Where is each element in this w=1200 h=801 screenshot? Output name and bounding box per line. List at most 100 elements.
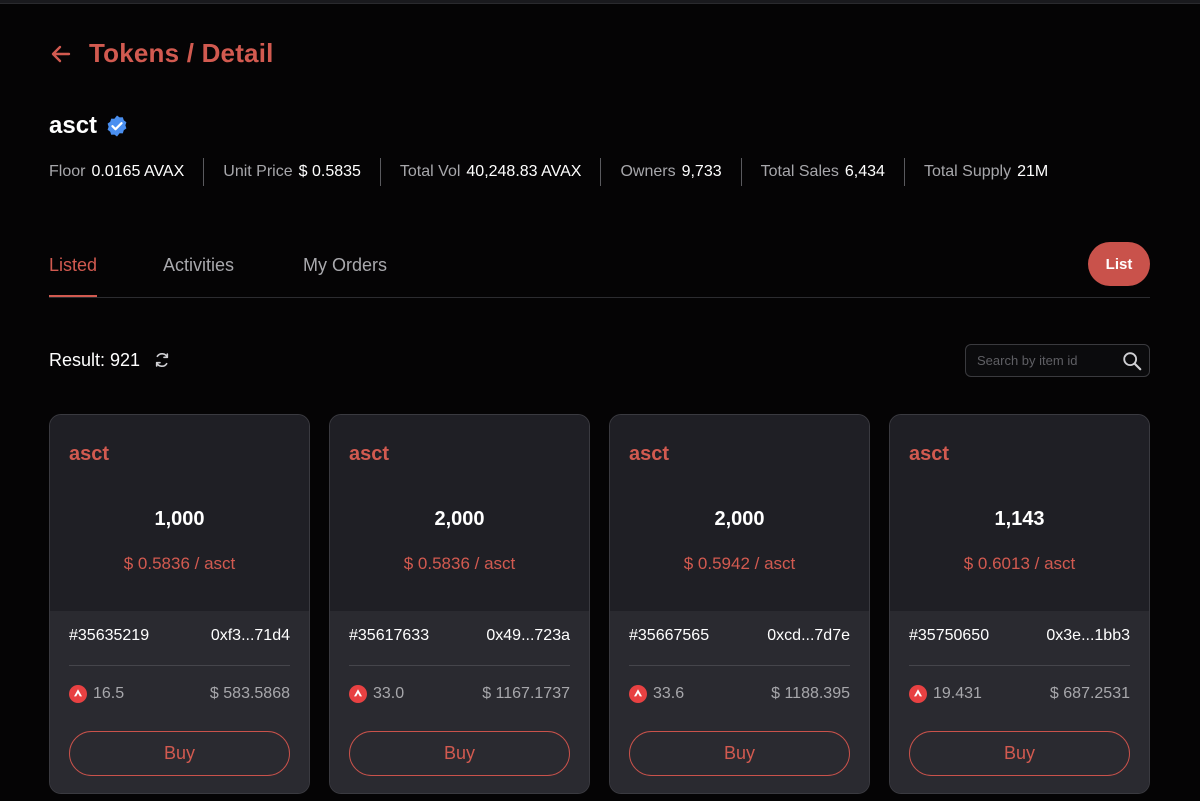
search-input[interactable]: [966, 353, 1116, 368]
card-owner-address[interactable]: 0x49...723a: [486, 627, 570, 645]
card-usd-value: $ 1188.395: [771, 685, 850, 702]
card-avax-value: 33.6: [653, 685, 685, 702]
stat-label: Total Vol: [399, 163, 461, 180]
stat-value: 0.0165 AVAX: [91, 163, 185, 180]
card-owner-address[interactable]: 0x3e...1bb3: [1046, 627, 1130, 645]
card-amount: 2,000: [434, 508, 485, 530]
card-usd-value: $ 583.5868: [209, 685, 290, 702]
tab-activities[interactable]: Activities: [163, 255, 234, 276]
tab-my-orders[interactable]: My Orders: [303, 255, 387, 276]
card-id-row: #35617633 0x49...723a: [349, 627, 570, 645]
card-header: asct 2,000 $ 0.5942 / asct: [610, 415, 869, 611]
card-item-id: #35750650: [909, 627, 990, 644]
stat-label: Total Sales: [760, 163, 839, 180]
card-item-id: #35617633: [349, 627, 430, 644]
card-footer: #35617633 0x49...723a 33.0 $ 1167.1737 B…: [330, 611, 589, 793]
token-name: asct: [49, 112, 98, 139]
card-amount: 1,000: [154, 508, 205, 530]
card-symbol: asct: [909, 443, 950, 465]
stat-total-supply: Total Supply 21M: [903, 158, 1067, 186]
card-owner-address[interactable]: 0xf3...71d4: [211, 627, 290, 645]
card-id-row: #35667565 0xcd...7d7e: [629, 627, 850, 645]
card-avax-value: 33.0: [373, 685, 405, 702]
card-avax-value: 19.431: [933, 685, 982, 702]
card-usd-value: $ 687.2531: [1049, 685, 1130, 702]
listing-card[interactable]: asct 1,000 $ 0.5836 / asct #35635219 0xf…: [49, 414, 310, 794]
buy-button[interactable]: Buy: [909, 731, 1130, 776]
stat-total-vol: Total Vol 40,248.83 AVAX: [379, 158, 601, 186]
card-amount: 1,143: [994, 508, 1045, 530]
card-unit-price: $ 0.5942 / asct: [683, 554, 796, 573]
avax-logo-icon: [629, 685, 647, 703]
stat-unit-price: Unit Price $ 0.5835: [203, 158, 380, 186]
card-price-row: 33.6 $ 1188.395: [629, 685, 850, 703]
card-id-row: #35750650 0x3e...1bb3: [909, 627, 1130, 645]
card-price-row: 19.431 $ 687.2531: [909, 685, 1130, 703]
card-amount: 2,000: [714, 508, 765, 530]
card-unit-price: $ 0.5836 / asct: [123, 554, 236, 573]
stat-value: 9,733: [681, 163, 722, 180]
card-unit-price: $ 0.5836 / asct: [403, 554, 516, 573]
avax-logo-icon: [909, 685, 927, 703]
listing-card[interactable]: asct 1,143 $ 0.6013 / asct #35750650 0x3…: [889, 414, 1150, 794]
card-divider: [349, 665, 570, 666]
listing-card[interactable]: asct 2,000 $ 0.5942 / asct #35667565 0xc…: [609, 414, 870, 794]
buy-button[interactable]: Buy: [69, 731, 290, 776]
stat-total-sales: Total Sales 6,434: [740, 158, 904, 186]
stat-label: Unit Price: [223, 163, 293, 180]
card-symbol: asct: [629, 443, 670, 465]
page-title: Tokens / Detail: [89, 38, 274, 68]
arrow-left-icon[interactable]: [49, 41, 75, 67]
active-tab-indicator: [49, 295, 97, 297]
search-icon[interactable]: [1121, 350, 1143, 372]
token-stats: Floor 0.0165 AVAX Unit Price $ 0.5835 Tota…: [49, 158, 1067, 186]
card-item-id: #35667565: [629, 627, 710, 644]
list-button[interactable]: List: [1088, 242, 1150, 286]
refresh-icon[interactable]: [154, 352, 172, 370]
tab-listed[interactable]: Listed: [49, 255, 97, 276]
result-count: Result: 921: [49, 350, 141, 370]
card-divider: [69, 665, 290, 666]
card-owner-address[interactable]: 0xcd...7d7e: [767, 627, 850, 645]
card-header: asct 1,000 $ 0.5836 / asct: [50, 415, 309, 611]
page-header: Tokens / Detail: [49, 38, 274, 69]
avax-logo-icon: [69, 685, 87, 703]
stat-value: 21M: [1017, 163, 1049, 180]
card-footer: #35750650 0x3e...1bb3 19.431 $ 687.2531 …: [890, 611, 1149, 793]
card-divider: [909, 665, 1130, 666]
card-id-row: #35635219 0xf3...71d4: [69, 627, 290, 645]
card-avax-value: 16.5: [93, 685, 125, 702]
card-footer: #35667565 0xcd...7d7e 33.6 $ 1188.395 Bu…: [610, 611, 869, 793]
card-symbol: asct: [349, 443, 390, 465]
card-unit-price: $ 0.6013 / asct: [963, 554, 1076, 573]
stat-value: $ 0.5835: [298, 163, 361, 180]
card-price-row: 16.5 $ 583.5868: [69, 685, 290, 703]
avax-logo-icon: [349, 685, 367, 703]
verified-badge-icon: [105, 114, 129, 138]
buy-button[interactable]: Buy: [629, 731, 850, 776]
listing-grid: asct 1,000 $ 0.5836 / asct #35635219 0xf…: [49, 414, 1150, 794]
buy-button[interactable]: Buy: [349, 731, 570, 776]
tab-bar: Listed Activities My Orders: [49, 250, 1150, 298]
stat-value: 6,434: [844, 163, 885, 180]
listing-card[interactable]: asct 2,000 $ 0.5836 / asct #35617633 0x4…: [329, 414, 590, 794]
card-divider: [629, 665, 850, 666]
card-footer: #35635219 0xf3...71d4 16.5 $ 583.5868 Bu…: [50, 611, 309, 793]
stat-label: Total Supply: [923, 163, 1012, 180]
card-item-id: #35635219: [69, 627, 150, 644]
stat-label: Floor: [49, 163, 86, 180]
search-box: [965, 344, 1150, 377]
stat-label: Owners: [620, 163, 676, 180]
card-avax-price: 33.0: [349, 685, 404, 703]
card-header: asct 2,000 $ 0.5836 / asct: [330, 415, 589, 611]
stat-owners: Owners 9,733: [600, 158, 740, 186]
card-usd-value: $ 1167.1737: [482, 685, 570, 702]
card-avax-price: 19.431: [909, 685, 982, 703]
card-price-row: 33.0 $ 1167.1737: [349, 685, 570, 703]
result-count-row: Result: 921: [49, 350, 172, 371]
token-title-row: asct: [49, 112, 129, 140]
stat-floor: Floor 0.0165 AVAX: [49, 158, 203, 186]
stat-value: 40,248.83 AVAX: [466, 163, 582, 180]
card-symbol: asct: [69, 443, 110, 465]
card-avax-price: 33.6: [629, 685, 684, 703]
